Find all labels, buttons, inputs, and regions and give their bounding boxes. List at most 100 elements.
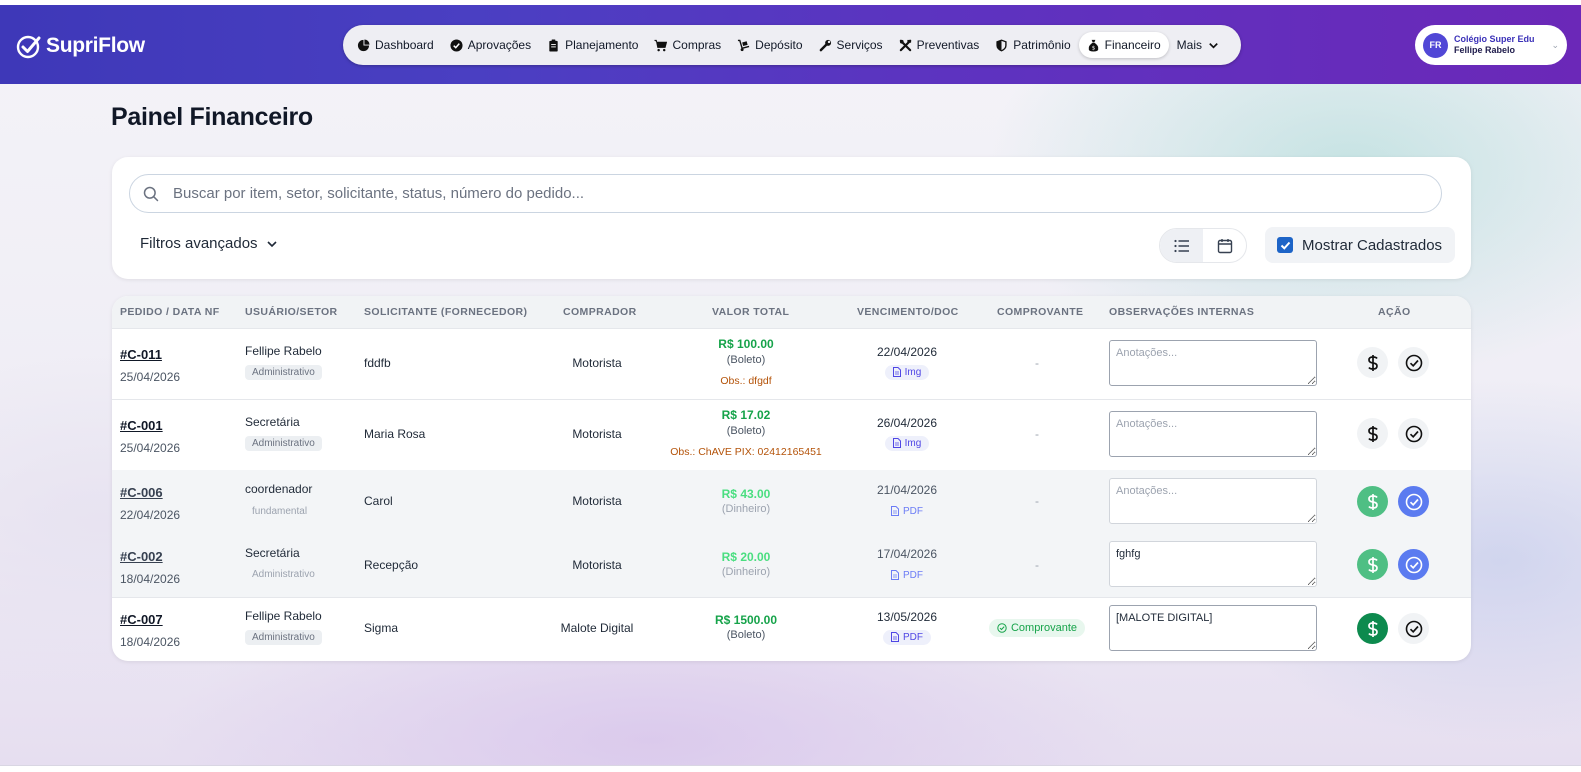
check-circle-icon (1405, 556, 1422, 573)
show-registered-label: Mostrar Cadastrados (1302, 236, 1443, 254)
order-id-link[interactable]: #C-006 (120, 485, 163, 500)
nav-item-patrimonio[interactable]: Patrimônio (987, 32, 1078, 58)
nav-item-aprovacoes[interactable]: Aprovações (442, 32, 539, 58)
nav-label-planejamento: Planejamento (565, 38, 639, 52)
sector-badge: fundamental (252, 506, 308, 517)
total-value: R$ 100.00 (718, 337, 774, 351)
doc-link[interactable]: PDF (883, 504, 931, 519)
nav-item-deposito[interactable]: Depósito (729, 32, 810, 58)
order-id-link[interactable]: #C-002 (120, 549, 163, 564)
top-bar: SupriFlow Dashboard Aprovações Planejame… (0, 5, 1581, 84)
show-registered-checkbox[interactable] (1277, 237, 1293, 253)
user-org: Colégio Super Edu (1454, 34, 1535, 44)
proof-empty: - (1035, 427, 1039, 441)
app-logo[interactable]: SupriFlow (16, 33, 145, 59)
nav-label-deposito: Depósito (755, 38, 803, 52)
chart-pie-icon (357, 38, 370, 51)
doc-link[interactable]: Img (884, 364, 930, 380)
avatar: FR (1423, 32, 1448, 58)
payment-button[interactable] (1357, 549, 1388, 580)
advanced-filters-toggle[interactable]: Filtros avançados (140, 235, 278, 252)
nav-label-patrimonio: Patrimônio (1013, 38, 1071, 52)
doc-link[interactable]: Img (884, 435, 930, 451)
due-date: 17/04/2026 (876, 547, 938, 561)
nav-label-compras: Compras (672, 38, 722, 52)
internal-notes-input[interactable] (1109, 411, 1317, 457)
list-icon (1173, 239, 1189, 252)
file-icon (892, 438, 901, 448)
user-info: Colégio Super Edu Fellipe Rabelo (1454, 34, 1535, 56)
internal-notes-input[interactable] (1109, 478, 1317, 524)
column-header-solicitante: SOLICITANTE (FORNECEDOR) (364, 306, 528, 318)
finance-table: PEDIDO / DATA NF USUÁRIO/SETOR SOLICITAN… (112, 296, 1471, 661)
chevron-down-icon (266, 240, 277, 247)
doc-cell: PDF (862, 503, 952, 521)
column-header-pedido: PEDIDO / DATA NF (120, 306, 220, 318)
advanced-filters-label: Filtros avançados (140, 235, 258, 252)
doc-link[interactable]: PDF (883, 568, 931, 583)
nav-label-financeiro: Financeiro (1104, 38, 1161, 52)
nav-item-preventivas[interactable]: Preventivas (891, 32, 988, 58)
nav-item-dashboard[interactable]: Dashboard (349, 32, 442, 58)
user-menu[interactable]: FR Colégio Super Edu Fellipe Rabelo ⌄ (1415, 25, 1567, 65)
nav-label-preventivas: Preventivas (916, 38, 980, 52)
search-input[interactable] (171, 184, 1375, 203)
order-id-link[interactable]: #C-007 (120, 612, 163, 627)
list-view-button[interactable] (1160, 229, 1203, 262)
logo-check-icon (16, 35, 41, 59)
payment-obs: Obs.: ChAVE PIX: 02412165451 (670, 446, 822, 458)
requester: Recepção (364, 558, 419, 572)
confirm-button[interactable] (1398, 418, 1429, 449)
confirm-button[interactable] (1398, 347, 1429, 378)
calendar-icon (1217, 238, 1232, 253)
internal-notes-input[interactable] (1109, 340, 1317, 386)
table-row: #C-002 18/04/2026 Secretária Administrat… (112, 533, 1471, 598)
column-header-comprovante: COMPROVANTE (997, 306, 1084, 318)
tools-icon (899, 39, 911, 51)
nav-item-financeiro[interactable]: $ Financeiro (1078, 32, 1169, 58)
show-registered-toggle[interactable]: Mostrar Cadastrados (1265, 227, 1455, 263)
doc-link[interactable]: PDF (883, 629, 931, 645)
due-date: 22/04/2026 (876, 345, 938, 359)
nav-more-menu[interactable]: Mais (1169, 32, 1228, 58)
proof-label: Comprovante (1010, 622, 1078, 634)
payment-type: (Boleto) (726, 354, 766, 366)
internal-notes-input[interactable]: fghfg (1109, 541, 1317, 587)
confirm-button[interactable] (1398, 486, 1429, 517)
file-icon (892, 367, 901, 377)
nav-item-compras[interactable]: Compras (646, 32, 729, 58)
buyer: Motorista (572, 494, 622, 508)
payment-button[interactable] (1357, 613, 1388, 644)
doc-type: PDF (903, 505, 923, 517)
check-circle-icon (1405, 620, 1422, 637)
doc-type: Img (904, 437, 922, 449)
order-id-link[interactable]: #C-001 (120, 418, 163, 433)
order-id-link[interactable]: #C-011 (120, 347, 162, 362)
dollar-icon (1367, 620, 1378, 637)
proof-link[interactable]: Comprovante (988, 619, 1086, 637)
order-date: 22/04/2026 (120, 508, 181, 522)
confirm-button[interactable] (1398, 613, 1429, 644)
column-header-comprador: COMPRADOR (563, 306, 637, 318)
nav-item-servicos[interactable]: Serviços (811, 32, 891, 58)
calendar-view-button[interactable] (1203, 229, 1246, 262)
row-user: Fellipe Rabelo (245, 344, 322, 358)
buyer: Motorista (572, 427, 622, 441)
file-icon (891, 632, 899, 642)
column-header-observacoes: OBSERVAÇÕES INTERNAS (1109, 306, 1255, 318)
doc-type: Img (904, 366, 922, 378)
payment-button[interactable] (1357, 486, 1388, 517)
payment-type: (Boleto) (726, 425, 766, 437)
confirm-button[interactable] (1398, 549, 1429, 580)
payment-type: (Dinheiro) (721, 503, 771, 515)
order-date: 25/04/2026 (120, 441, 181, 455)
total-value: R$ 43.00 (721, 487, 771, 501)
nav-item-planejamento[interactable]: Planejamento (539, 32, 646, 58)
payment-button[interactable] (1357, 418, 1388, 449)
payment-button[interactable] (1357, 347, 1388, 378)
table-row: #C-001 25/04/2026 Secretária Administrat… (112, 399, 1471, 471)
checkmark-icon (1280, 241, 1290, 250)
buyer: Malote Digital (560, 621, 634, 635)
check-circle-icon (450, 38, 463, 52)
internal-notes-input[interactable]: [MALOTE DIGITAL] (1109, 605, 1317, 651)
